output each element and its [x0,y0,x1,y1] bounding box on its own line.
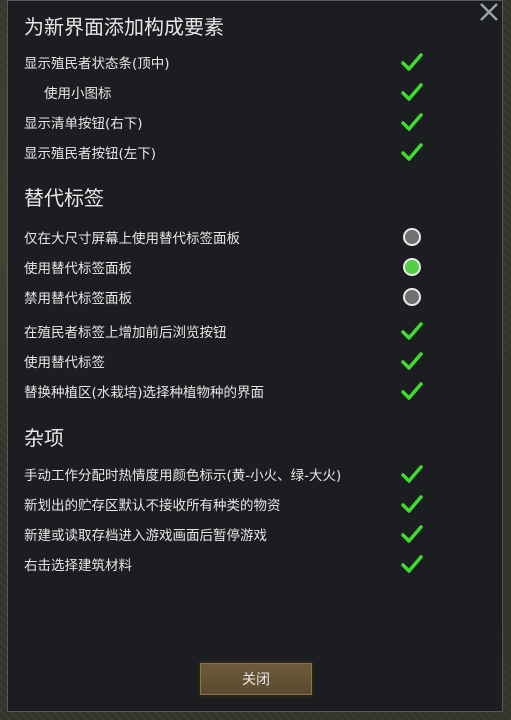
section-title-misc: 杂项 [24,426,64,450]
option-label: 右击选择建筑材料 [24,558,132,574]
option-label: 禁用替代标签面板 [24,291,132,307]
checkmark-icon[interactable] [400,50,424,74]
option-label: 新建或读取存档进入游戏画面后暂停游戏 [24,528,267,544]
option-row[interactable]: 替换种植区(水栽培)选择种植物种的界面 [24,379,424,403]
radio-button-off[interactable] [403,228,421,246]
checkmark-icon[interactable] [400,80,424,104]
option-row[interactable]: 使用替代标签 [24,349,424,373]
option-row[interactable]: 新划出的贮存区默认不接收所有种类的物资 [24,492,424,516]
option-label: 使用替代标签面板 [24,261,132,277]
option-row[interactable]: 使用替代标签面板 [24,255,424,279]
option-label: 使用小图标 [44,86,112,102]
option-row[interactable]: 显示清单按钮(右下) [24,110,424,134]
checkmark-icon[interactable] [400,140,424,164]
checkmark-icon[interactable] [400,552,424,576]
option-row[interactable]: 仅在大尺寸屏幕上使用替代标签面板 [24,225,424,249]
radio-button-off[interactable] [403,288,421,306]
checkmark-icon[interactable] [400,379,424,403]
option-label: 使用替代标签 [24,355,105,371]
option-row[interactable]: 在殖民者标签上增加前后浏览按钮 [24,319,424,343]
option-label: 显示清单按钮(右下) [24,116,143,132]
close-icon[interactable] [478,1,500,23]
checkmark-icon[interactable] [400,349,424,373]
section-title-alt-tabs: 替代标签 [24,186,104,210]
option-row[interactable]: 显示殖民者按钮(左下) [24,140,424,164]
close-button[interactable]: 关闭 [198,661,314,697]
option-label: 显示殖民者按钮(左下) [24,146,157,162]
option-row[interactable]: 禁用替代标签面板 [24,285,424,309]
checkmark-icon[interactable] [400,110,424,134]
option-row[interactable]: 手动工作分配时热情度用颜色标示(黄-小火、绿-大火) [24,462,424,486]
checkmark-icon[interactable] [400,492,424,516]
checkmark-icon[interactable] [400,462,424,486]
option-row[interactable]: 右击选择建筑材料 [24,552,424,576]
option-row[interactable]: 使用小图标 [24,80,424,104]
option-label: 仅在大尺寸屏幕上使用替代标签面板 [24,231,240,247]
options-dialog: 为新界面添加构成要素 显示殖民者状态条(顶中) 使用小图标 显示清单按钮(右下)… [7,0,503,712]
option-label: 替换种植区(水栽培)选择种植物种的界面 [24,385,265,401]
option-label: 手动工作分配时热情度用颜色标示(黄-小火、绿-大火) [24,468,342,484]
option-label: 新划出的贮存区默认不接收所有种类的物资 [24,498,281,514]
checkmark-icon[interactable] [400,319,424,343]
option-label: 在殖民者标签上增加前后浏览按钮 [24,325,227,341]
option-row[interactable]: 显示殖民者状态条(顶中) [24,50,424,74]
radio-button-on[interactable] [403,258,421,276]
option-row[interactable]: 新建或读取存档进入游戏画面后暂停游戏 [24,522,424,546]
checkmark-icon[interactable] [400,522,424,546]
section-title-ui-elements: 为新界面添加构成要素 [24,15,224,39]
option-label: 显示殖民者状态条(顶中) [24,56,170,72]
